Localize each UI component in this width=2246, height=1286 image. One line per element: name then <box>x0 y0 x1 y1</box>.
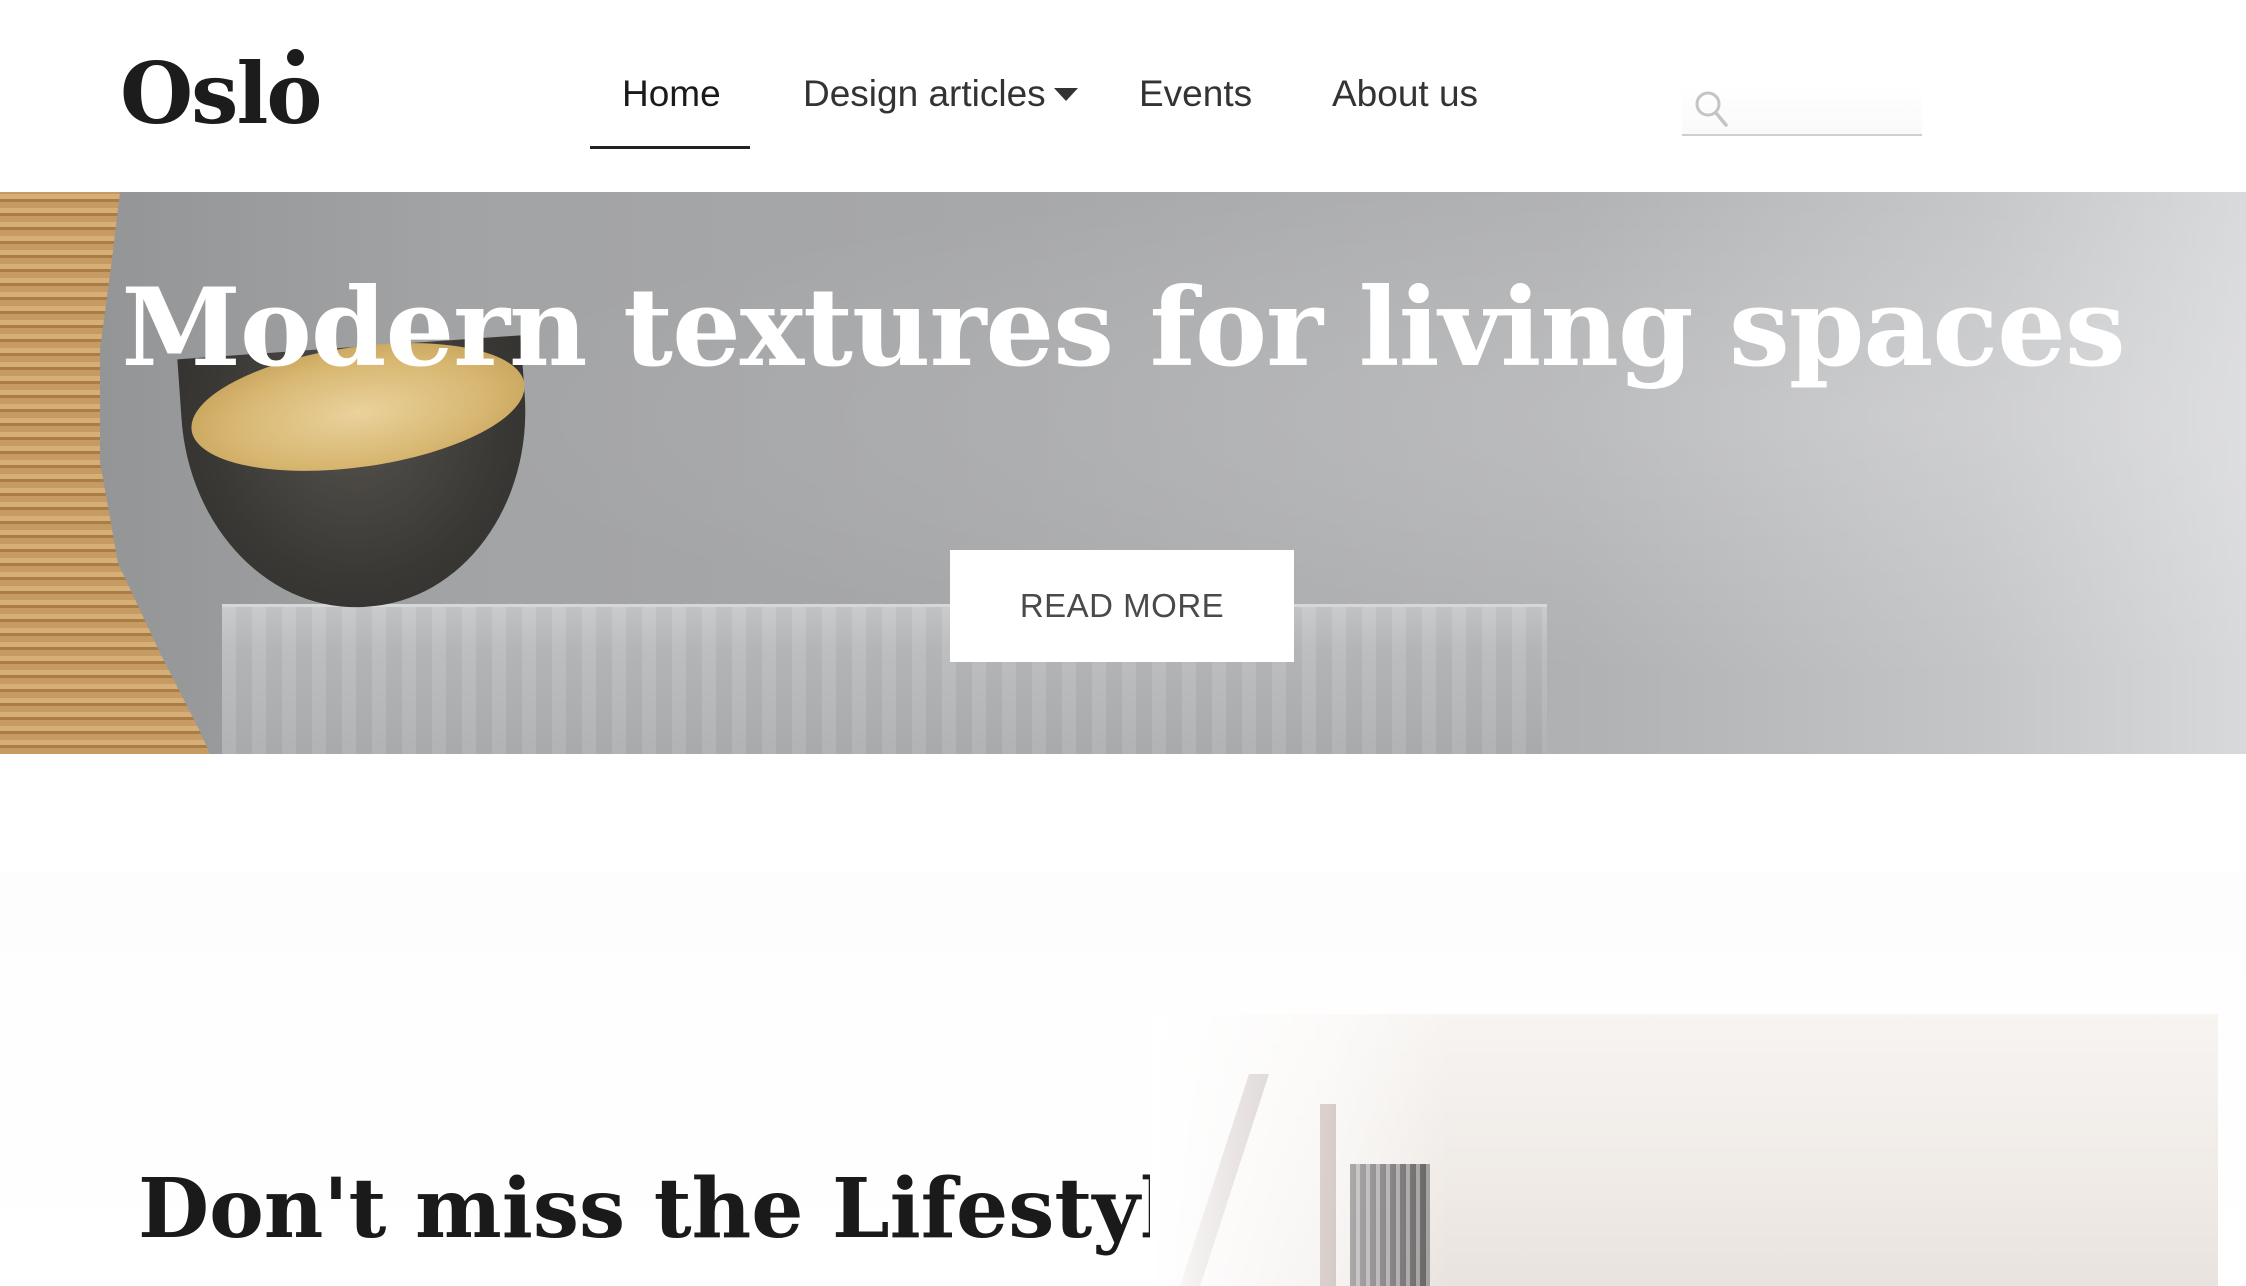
search-icon[interactable] <box>1692 86 1732 130</box>
search-input[interactable] <box>1738 88 1918 128</box>
lifestyle-section: Don't miss the Lifestyle <box>0 754 2246 1286</box>
hero-banner: Modern textures for living spaces READ M… <box>0 192 2246 754</box>
site-header: Oslo Home Design articles Events About u… <box>0 0 2246 192</box>
nav-item-home[interactable]: Home <box>622 72 721 116</box>
nav-item-design-articles[interactable]: Design articles <box>803 72 1046 116</box>
chevron-down-icon[interactable] <box>1054 88 1078 101</box>
logo-dot <box>287 49 304 66</box>
hero-title: Modern textures for living spaces <box>121 265 2125 391</box>
section-title: Don't miss the Lifestyle <box>138 1161 1224 1257</box>
read-more-button[interactable]: READ MORE <box>950 550 1294 662</box>
nav-item-events[interactable]: Events <box>1139 72 1252 116</box>
search-box[interactable] <box>1682 82 1922 136</box>
nav-item-about-us[interactable]: About us <box>1332 72 1478 116</box>
hero-shelf-image <box>222 604 1547 754</box>
lifestyle-photo[interactable] <box>1150 1014 2218 1286</box>
nav-active-underline <box>590 146 750 149</box>
